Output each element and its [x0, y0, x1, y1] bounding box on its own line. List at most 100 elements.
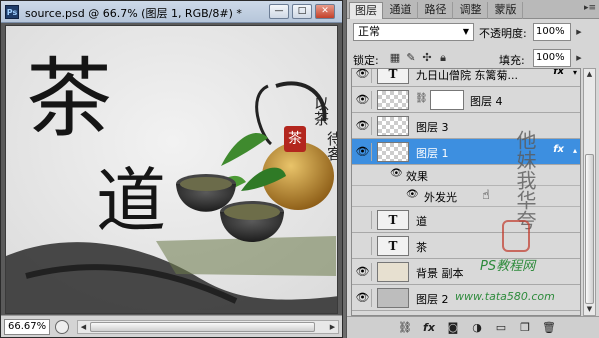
close-button[interactable]: ✕ — [315, 4, 335, 19]
layer-row[interactable]: 👁︎ 背景 副本 — [352, 259, 580, 285]
lock-label: 锁定: — [353, 54, 379, 67]
delete-layer-icon[interactable]: 🗑︎ — [541, 320, 557, 336]
blend-mode-value: 正常 — [358, 25, 380, 38]
eye-icon[interactable]: 👁︎ — [354, 69, 372, 83]
minimize-button[interactable]: — — [269, 4, 289, 19]
eye-icon[interactable]: 👁︎ — [354, 289, 372, 307]
panel-tabs: 图层 通道 路径 调整 蒙版 ▸≡ — [347, 0, 599, 19]
expand-arrow-icon[interactable]: ▴ — [573, 146, 577, 155]
horizontal-scrollbar[interactable]: ◀ ▶ — [77, 320, 339, 334]
fx-icon[interactable]: fx — [553, 144, 564, 155]
zoom-level-field[interactable]: 66.67% — [4, 319, 50, 335]
navigator-icon[interactable] — [55, 320, 69, 334]
fx-icon[interactable]: fx — [553, 69, 564, 77]
big-calligraphy-char-1: 茶 — [26, 49, 112, 149]
text-layer-thumbnail: T — [377, 69, 409, 84]
lock-move-icon[interactable]: ✣ — [421, 51, 433, 65]
document-statusbar: 66.67% ◀ ▶ — [1, 315, 342, 337]
tab-masks[interactable]: 蒙版 — [489, 2, 523, 19]
scroll-thumb[interactable] — [585, 154, 594, 304]
layer-name: 图层 1 — [416, 147, 449, 160]
add-style-icon[interactable]: fx — [421, 320, 437, 336]
layer-row[interactable]: 👁︎ T 九日山僧院 东篱菊... fx ▾ — [352, 69, 580, 87]
vertical-poem-1: 以茶 — [312, 96, 330, 126]
layers-vertical-scrollbar[interactable]: ▲ ▼ — [583, 68, 596, 316]
lock-brush-icon[interactable]: ✎ — [405, 51, 417, 65]
chevron-down-icon: ▼ — [462, 27, 469, 36]
layer-row-selected[interactable]: 👁︎ 图层 1 fx ▴ — [352, 139, 580, 165]
document-window: Ps source.psd @ 66.7% (图层 1, RGB/8#) * —… — [0, 0, 343, 338]
site-name-watermark: PS教程网 — [480, 259, 536, 274]
eye-icon[interactable]: 👁︎ — [354, 117, 372, 135]
layer-row[interactable]: 👁︎ ⛓︎ 图层 4 — [352, 87, 580, 113]
layer-thumbnail — [377, 288, 409, 308]
scroll-left-icon[interactable]: ◀ — [78, 321, 89, 333]
collapse-arrow-icon[interactable]: ▾ — [573, 69, 577, 77]
document-titlebar[interactable]: Ps source.psd @ 66.7% (图层 1, RGB/8#) * —… — [1, 1, 342, 23]
scroll-right-icon[interactable]: ▶ — [327, 321, 338, 333]
maximize-button[interactable]: □ — [292, 4, 312, 19]
layer-mask-thumbnail[interactable] — [430, 90, 464, 110]
eye-icon[interactable]: 👁︎ — [390, 168, 403, 179]
signature-watermark: 他妹我华夸 — [513, 130, 537, 230]
new-group-icon[interactable]: ▭ — [493, 320, 509, 336]
opacity-label: 不透明度: — [479, 27, 527, 40]
big-calligraphy-char-2: 道 — [96, 160, 166, 242]
tab-adjustments[interactable]: 调整 — [454, 2, 488, 19]
eye-hidden-icon[interactable]: 👁︎ — [354, 237, 372, 255]
add-mask-icon[interactable]: ◙ — [445, 320, 461, 336]
tab-layers[interactable]: 图层 — [349, 2, 383, 19]
blend-mode-select[interactable]: 正常 ▼ — [353, 23, 474, 41]
fill-slider-icon[interactable]: ▶ — [573, 49, 585, 67]
layer-row[interactable]: 👁︎ T 道 — [352, 207, 580, 233]
red-seal-watermark-icon — [502, 220, 530, 252]
eye-hidden-icon[interactable]: 👁︎ — [354, 211, 372, 229]
red-seal-icon: 茶 — [284, 126, 306, 152]
scroll-down-icon[interactable]: ▼ — [584, 304, 595, 315]
layer-thumbnail — [377, 90, 409, 110]
layer-row[interactable]: 👁︎ 图层 3 — [352, 113, 580, 139]
scroll-thumb[interactable] — [90, 322, 315, 332]
layer-thumbnail — [377, 262, 409, 282]
eye-icon[interactable]: 👁︎ — [354, 143, 372, 161]
layer-name: 背景 副本 — [416, 267, 464, 280]
effect-name: 外发光 — [424, 191, 457, 204]
link-chain-icon: ⛓︎ — [415, 93, 428, 104]
opacity-input[interactable]: 100% — [533, 23, 571, 41]
tab-channels[interactable]: 通道 — [384, 2, 418, 19]
eye-icon[interactable]: 👁︎ — [354, 91, 372, 109]
tab-paths[interactable]: 路径 — [419, 2, 453, 19]
opacity-slider-icon[interactable]: ▶ — [573, 23, 585, 41]
photoshop-logo-icon: Ps — [5, 5, 19, 19]
layer-thumbnail — [377, 116, 409, 136]
text-layer-thumbnail: T — [377, 236, 409, 256]
effect-item-row[interactable]: 👁︎ 外发光 ☝ — [352, 186, 580, 207]
fill-input[interactable]: 100% — [533, 49, 571, 67]
site-url-watermark: www.tata580.com — [455, 290, 555, 303]
vertical-poem-2: 待客 — [325, 131, 338, 161]
lock-transparency-icon[interactable]: ▦ — [389, 51, 401, 65]
text-layer-thumbnail: T — [377, 210, 409, 230]
layers-list: 👁︎ T 九日山僧院 东篱菊... fx ▾ 👁︎ ⛓︎ 图层 4 👁︎ 图层 … — [351, 68, 581, 316]
eye-icon[interactable]: 👁︎ — [406, 189, 419, 200]
effects-group-row[interactable]: 👁︎ 效果 — [352, 165, 580, 186]
lock-all-icon[interactable]: 🔒︎ — [437, 51, 449, 65]
adjustment-layer-icon[interactable]: ◑ — [469, 320, 485, 336]
scroll-up-icon[interactable]: ▲ — [584, 69, 595, 80]
layer-row[interactable]: 👁︎ T 茶 — [352, 233, 580, 259]
document-canvas[interactable]: 茶 道 以茶 待客 茶 — [5, 25, 338, 314]
effects-label: 效果 — [406, 170, 428, 183]
new-layer-icon[interactable]: ❐ — [517, 320, 533, 336]
panel-menu-icon[interactable]: ▸≡ — [584, 3, 596, 13]
layer-name: 九日山僧院 东篱菊... — [416, 69, 518, 82]
layer-name: 图层 4 — [470, 95, 503, 108]
link-layers-icon[interactable]: ⛓︎ — [397, 320, 413, 336]
layer-name: 图层 2 — [416, 293, 449, 306]
fill-label: 填充: — [499, 54, 525, 67]
layer-name: 茶 — [416, 241, 427, 254]
layers-bottom-toolbar: ⛓︎ fx ◙ ◑ ▭ ❐ 🗑︎ — [347, 316, 599, 338]
eye-icon[interactable]: 👁︎ — [354, 263, 372, 281]
hand-cursor-icon: ☝ — [482, 188, 490, 203]
layers-panel: 图层 通道 路径 调整 蒙版 ▸≡ 正常 ▼ 不透明度: 100% ▶ 锁定: … — [346, 0, 599, 338]
document-title: source.psd @ 66.7% (图层 1, RGB/8#) * — [25, 7, 242, 20]
